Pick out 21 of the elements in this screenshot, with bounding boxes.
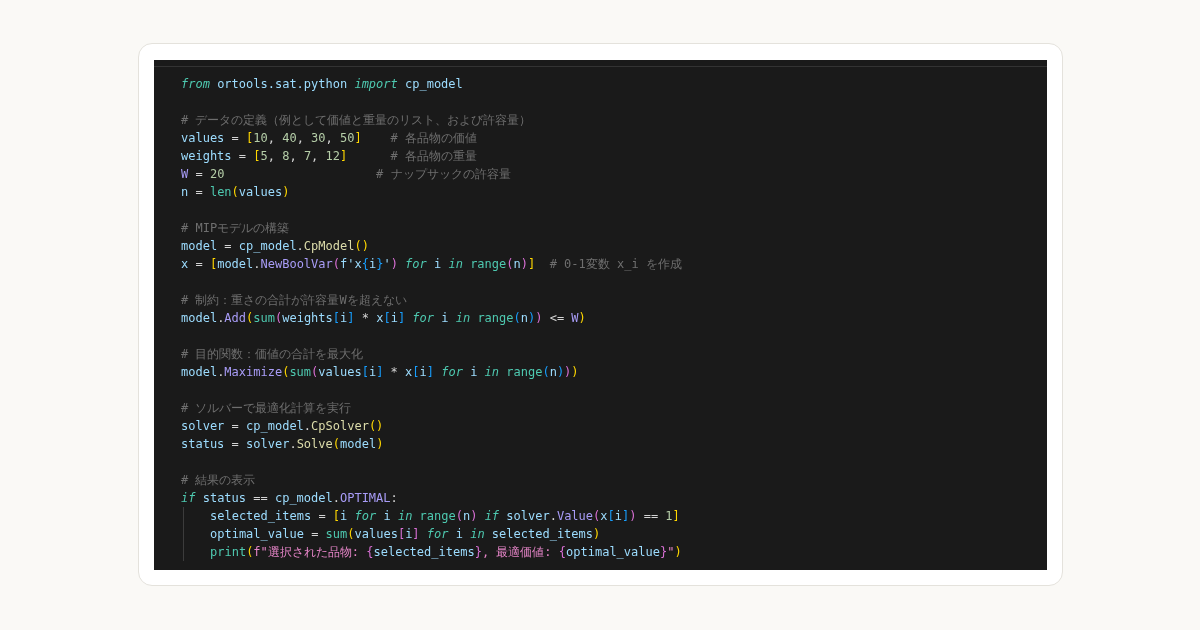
code-line: x = [model.NewBoolVar(f'x{i}') for i in range(n)] # 0-1変数 x_i を作成 — [181, 256, 682, 273]
code-line: W = 20 # ナップサックの許容量 — [181, 166, 511, 183]
code-line: weights = [5, 8, 7, 12] # 各品物の重量 — [181, 148, 478, 165]
code-line: model = cp_model.CpModel() — [181, 238, 369, 255]
code-line: selected_items = [i for i in range(n) if solver.Value(x[i]) == 1] — [210, 508, 680, 525]
code-line: optimal_value = sum(values[i] for i in selected_items) — [210, 526, 601, 543]
code-line: status = solver.Solve(model) — [181, 436, 384, 453]
code-line: n = len(values) — [181, 184, 290, 201]
code-line: values = [10, 40, 30, 50] # 各品物の価値 — [181, 130, 478, 147]
code-line: model.Add(sum(weights[i] * x[i] for i in range(n)) <= W) — [181, 310, 586, 327]
code-line: # 目的関数：価値の合計を最大化 — [181, 346, 364, 363]
code-line: if status == cp_model.OPTIMAL: — [181, 490, 398, 507]
code-line: model.Maximize(sum(values[i] * x[i] for i in range(n))) — [181, 364, 579, 381]
code-line: # データの定義（例として価値と重量のリスト、および許容量） — [181, 112, 532, 129]
code-line: from ortools.sat.python import cp_model — [181, 76, 463, 93]
code-line: solver = cp_model.CpSolver() — [181, 418, 384, 435]
code-line: # ソルバーで最適化計算を実行 — [181, 400, 352, 417]
code-line: print(f"選択された品物: {selected_items}, 最適価値: {optimal_value}") — [210, 544, 682, 561]
code-line: # 制約：重さの合計が許容量Wを超えない — [181, 292, 407, 309]
code-line: # 結果の表示 — [181, 472, 256, 489]
code-line: # MIPモデルの構築 — [181, 220, 290, 237]
